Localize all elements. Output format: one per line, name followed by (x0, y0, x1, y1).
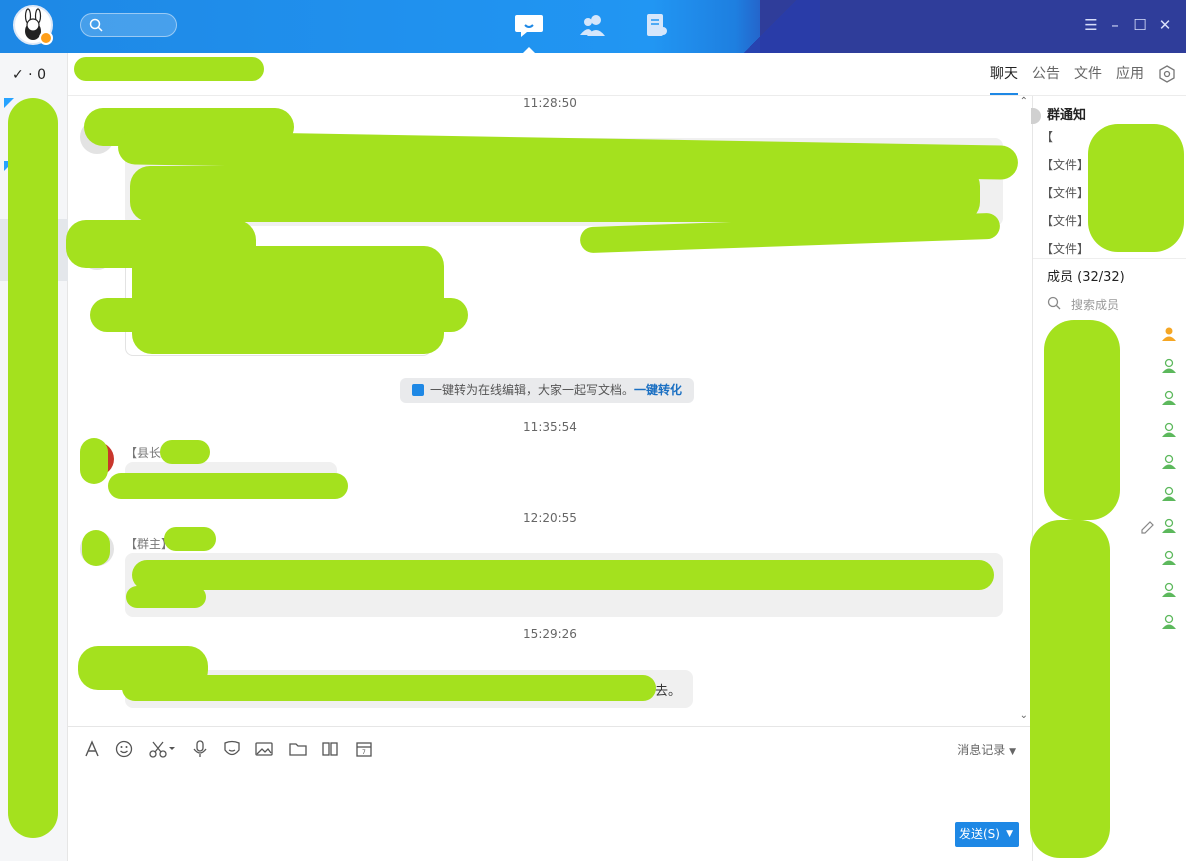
notice-item[interactable]: 【文件】 (1041, 240, 1089, 257)
member-search-input[interactable]: 搜索成员 (1047, 296, 1119, 313)
message-text: 去。 (655, 684, 682, 699)
member-user-icon (1162, 390, 1176, 405)
member-user-icon (1162, 454, 1176, 469)
group-notice-title: 群通知 (1047, 108, 1087, 123)
panel-collapse-icon[interactable] (1031, 108, 1041, 124)
send-options-chevron-icon[interactable]: ▼ (1006, 822, 1013, 847)
message-history-label: 消息记录 (957, 743, 1006, 757)
redaction-mark (82, 530, 110, 566)
member-user-icon (1162, 614, 1176, 629)
send-button-label: 发送(S) (959, 827, 1000, 841)
tab-apps[interactable]: 应用 (1116, 53, 1144, 95)
message-history-button[interactable]: 消息记录 ▼ (957, 741, 1016, 758)
title-bar: ☰ – ☐ ✕ (0, 0, 1186, 53)
tab-chat[interactable]: 聊天 (990, 53, 1018, 95)
member-user-icon (1162, 582, 1176, 597)
redaction-mark (160, 440, 210, 464)
folder-icon[interactable] (288, 739, 308, 759)
system-notice: 一键转为在线编辑，大家一起写文档。一键转化 (400, 378, 694, 403)
maximize-button[interactable]: ☐ (1131, 16, 1149, 34)
contacts-nav-icon[interactable] (578, 12, 608, 40)
message-timestamp: 12:20:55 (523, 511, 577, 525)
divider (1033, 258, 1186, 259)
redaction-mark (108, 473, 348, 499)
docs-nav-icon[interactable] (642, 12, 672, 40)
redaction-mark (1044, 320, 1120, 520)
chat-tabs: 聊天 公告 文件 应用 (990, 53, 1176, 95)
owner-user-icon (1162, 327, 1176, 341)
search-icon (1047, 296, 1061, 310)
redaction-mark (1030, 520, 1110, 858)
emoji-icon[interactable] (114, 739, 134, 759)
edit-pencil-icon[interactable] (1139, 520, 1155, 536)
redaction-mark (90, 298, 468, 332)
menu-icon[interactable]: ☰ (1082, 16, 1100, 34)
self-avatar[interactable] (13, 5, 53, 45)
notice-item[interactable]: 【 (1041, 128, 1053, 145)
redaction-mark (1088, 124, 1184, 252)
message-timestamp: 15:29:26 (523, 627, 577, 641)
chat-nav-icon[interactable] (514, 12, 544, 40)
settings-hex-icon[interactable] (1158, 65, 1176, 83)
member-user-icon (1162, 358, 1176, 373)
tab-announcement[interactable]: 公告 (1032, 53, 1060, 95)
member-user-icon (1162, 486, 1176, 501)
members-count-title: 成员 (32/32) (1047, 270, 1125, 285)
redaction-mark (74, 57, 264, 81)
redaction-mark (132, 560, 994, 590)
redaction-mark (122, 675, 656, 701)
sticker-icon[interactable] (222, 739, 242, 759)
jump-to-bottom-icon[interactable]: ⌄ (1020, 710, 1028, 721)
redaction-mark (8, 98, 58, 838)
tab-files[interactable]: 文件 (1074, 53, 1102, 95)
redaction-mark (164, 527, 216, 551)
message-timestamp: 11:35:54 (523, 420, 577, 434)
system-notice-text: 一键转为在线编辑，大家一起写文档。 (430, 383, 635, 397)
doc-icon (412, 384, 424, 396)
redaction-mark (80, 438, 108, 484)
screenshot-scissors-icon[interactable] (148, 739, 176, 759)
global-search-input[interactable] (80, 13, 177, 37)
microphone-icon[interactable] (190, 739, 210, 759)
convert-online-link[interactable]: 一键转化 (634, 383, 682, 397)
sender-name: 【县长 (125, 446, 162, 460)
notice-item[interactable]: 【文件】 (1041, 212, 1089, 229)
minimize-button[interactable]: – (1106, 16, 1124, 34)
member-search-placeholder: 搜索成员 (1071, 298, 1120, 312)
member-user-icon (1162, 518, 1176, 533)
status-badge (39, 31, 53, 45)
close-button[interactable]: ✕ (1156, 16, 1174, 34)
notice-item[interactable]: 【文件】 (1041, 156, 1089, 173)
member-user-icon (1162, 550, 1176, 565)
redaction-mark (130, 166, 980, 222)
chevron-down-icon: ▼ (1009, 747, 1016, 757)
svg-text:7: 7 (362, 749, 366, 756)
compose-area: 7 消息记录 ▼ 发送(S) ▼ (68, 726, 1032, 861)
calendar-icon[interactable]: 7 (354, 739, 374, 759)
notice-item[interactable]: 【文件】 (1041, 184, 1089, 201)
title-bar-diagonal (720, 0, 820, 53)
search-icon (89, 18, 103, 32)
font-icon[interactable] (82, 739, 102, 759)
send-button[interactable]: 发送(S) ▼ (955, 822, 1019, 847)
member-user-icon (1162, 422, 1176, 437)
redaction-mark (126, 586, 206, 608)
doc-share-icon[interactable] (320, 739, 340, 759)
image-icon[interactable] (254, 739, 274, 759)
task-status-counter[interactable]: ✓ · 0 (12, 67, 46, 83)
